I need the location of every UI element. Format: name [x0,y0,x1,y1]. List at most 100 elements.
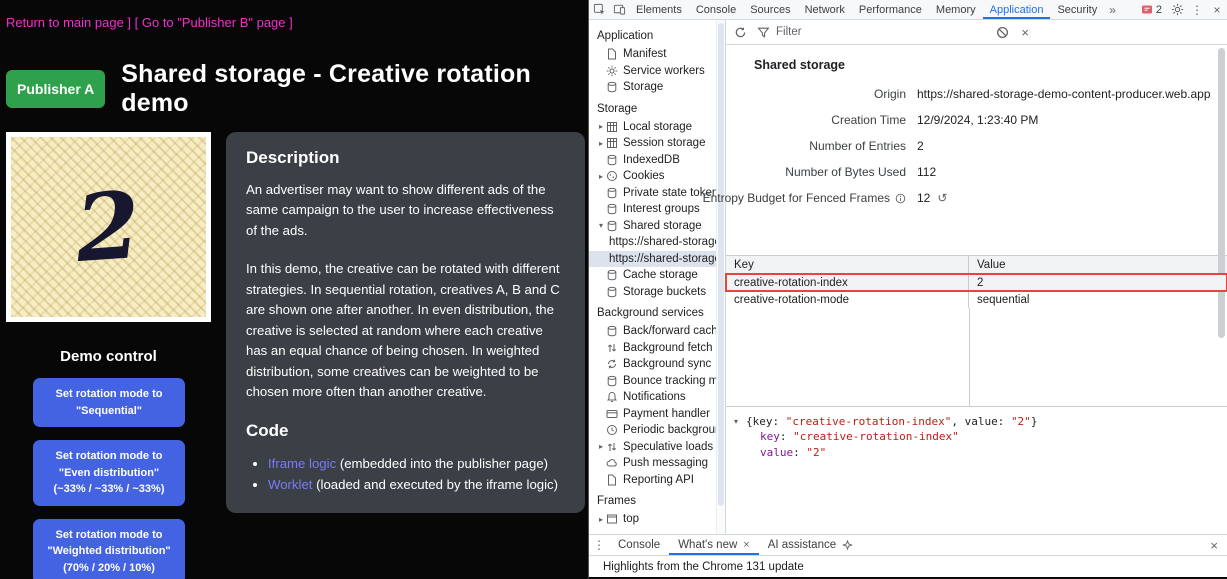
sidebar-item-reporting-api[interactable]: Reporting API [589,472,716,489]
preview-summary[interactable]: ▾ {key: "creative-rotation-index", value… [734,414,1223,429]
refresh-icon[interactable] [734,26,747,39]
sidebar-item-label: Session storage [623,137,705,149]
sidebar-item-periodic-background-sync[interactable]: Periodic backgroun… [589,422,716,439]
table-row-creative-rotation-mode[interactable]: creative-rotation-mode sequential [726,291,1227,308]
sidebar-item-storage[interactable]: Storage [589,79,716,96]
chevron-right-icon[interactable]: ▸ [596,172,606,181]
sidebar-item-service-workers[interactable]: Service workers [589,63,716,80]
issue-icon [1141,4,1153,16]
close-devtools-icon[interactable]: × [1207,0,1227,19]
chevron-down-icon[interactable]: ▾ [596,221,606,230]
sidebar-item-interest-groups[interactable]: Interest groups [589,201,716,218]
sidebar-item-notifications[interactable]: Notifications [589,389,716,406]
chevron-right-icon[interactable]: ▸ [596,515,606,524]
panel-heading: Shared storage [726,45,1227,72]
sidebar-item-label: Cookies [623,170,665,182]
field-label: Entropy Budget for Fenced Frames [726,191,906,205]
sidebar-item-local-storage[interactable]: ▸Local storage [589,119,716,136]
chevron-right-icon[interactable]: ▸ [596,122,606,131]
application-sidebar: Application Manifest Service workers Sto… [589,20,716,534]
drawer-tab-whats-new[interactable]: What's new× [669,535,759,555]
table-row-creative-rotation-index[interactable]: creative-rotation-index 2 [726,274,1227,291]
sidebar-item-shared-storage-origin-2[interactable]: https://shared-storage… [589,251,716,268]
worklet-link[interactable]: Worklet [268,477,312,492]
tab-sources[interactable]: Sources [743,0,797,19]
drawer-menu-icon[interactable]: ⋮ [589,535,609,555]
sidebar-item-label: Reporting API [623,474,694,486]
close-tab-icon[interactable]: × [743,539,749,551]
panel-scrollbar[interactable] [1218,48,1225,338]
kebab-menu-icon[interactable]: ⋮ [1187,0,1207,19]
field-row-entropy-budget: Entropy Budget for Fenced Frames 12↺ [726,185,1227,211]
tab-memory[interactable]: Memory [929,0,983,19]
sidebar-item-session-storage[interactable]: ▸ Session storage [589,135,716,152]
drawer-tab-console[interactable]: Console [609,535,669,555]
issues-badge[interactable]: 2 [1136,0,1167,19]
sidebar-item-push-messaging[interactable]: Push messaging [589,455,716,472]
drawer-tab-ai-assistance[interactable]: AI assistance [759,535,862,555]
sidebar-item-bounce-tracking-mitigations[interactable]: Bounce tracking miti… [589,373,716,390]
database-icon [606,81,618,93]
sidebar-item-label: Bounce tracking miti… [623,375,716,387]
chevron-down-icon[interactable]: ▾ [734,414,746,427]
sidebar-item-manifest[interactable]: Manifest [589,46,716,63]
sidebar-item-label: Cache storage [623,269,698,281]
inspect-element-icon[interactable] [589,0,609,19]
tab-performance[interactable]: Performance [852,0,929,19]
code-links-list: Iframe logic (embedded into the publishe… [268,453,565,495]
clear-icon[interactable]: × [1021,25,1029,40]
sidebar-item-storage-buckets[interactable]: Storage buckets [589,284,716,301]
description-paragraph: In this demo, the creative can be rotate… [246,259,565,402]
sidebar-item-background-fetch[interactable]: Background fetch [589,340,716,357]
sidebar-item-shared-storage-origin-1[interactable]: https://shared-storage… [589,234,716,251]
tab-application[interactable]: Application [983,0,1051,19]
sidebar-item-indexeddb[interactable]: IndexedDB [589,152,716,169]
close-drawer-icon[interactable]: × [1201,535,1227,555]
set-even-distribution-button[interactable]: Set rotation mode to "Even distribution"… [33,440,185,506]
chevron-right-icon[interactable]: ▸ [596,139,606,148]
set-sequential-button[interactable]: Set rotation mode to "Sequential" [33,378,185,427]
column-header-key[interactable]: Key [726,256,969,273]
set-weighted-distribution-button[interactable]: Set rotation mode to "Weighted distribut… [33,519,185,579]
gear-icon [606,65,618,77]
filter-input[interactable]: Filter [757,26,802,39]
metadata-fields: Origin https://shared-storage-demo-conte… [726,81,1227,211]
column-header-value[interactable]: Value [969,256,1227,273]
chevron-right-icon[interactable]: ▸ [596,442,606,451]
preview-properties: key: "creative-rotation-index" value: "2… [734,429,1223,460]
tab-elements[interactable]: Elements [629,0,689,19]
sidebar-section-application: Application [589,23,716,46]
sidebar-item-back-forward-cache[interactable]: Back/forward cache [589,323,716,340]
sidebar-item-cache-storage[interactable]: Cache storage [589,267,716,284]
sidebar-scrollbar[interactable] [716,20,725,534]
top-nav: Return to main page ] [ Go to "Publisher… [0,0,588,30]
tab-console[interactable]: Console [689,0,743,19]
sidebar-item-frames-top[interactable]: ▸top [589,511,716,528]
return-main-page-link[interactable]: Return to main page [6,15,124,30]
sidebar-item-cookies[interactable]: ▸ Cookies [589,168,716,185]
code-heading: Code [246,421,565,441]
document-icon [606,48,618,60]
sidebar-item-payment-handler[interactable]: Payment handler [589,406,716,423]
creative-ad-frame: 2 [6,132,211,322]
funnel-icon [757,26,770,39]
sidebar-item-private-state-tokens[interactable]: Private state tokens [589,185,716,202]
sidebar-item-label: Interest groups [623,203,700,215]
block-icon[interactable] [996,26,1009,39]
sidebar-item-background-sync[interactable]: Background sync [589,356,716,373]
sidebar-item-speculative-loads[interactable]: ▸Speculative loads [589,439,716,456]
nav-separator: ] [ [124,15,142,30]
sidebar-item-label: Notifications [623,391,686,403]
scrollbar-thumb[interactable] [718,23,724,506]
publisher-b-link[interactable]: Go to "Publisher B" page [142,15,286,30]
sidebar-item-shared-storage[interactable]: ▾Shared storage [589,218,716,235]
tab-network[interactable]: Network [798,0,852,19]
settings-gear-icon[interactable] [1167,0,1187,19]
info-icon[interactable] [895,193,906,204]
device-toolbar-icon[interactable] [609,0,629,19]
more-tabs-icon[interactable]: » [1104,0,1121,19]
iframe-logic-link[interactable]: Iframe logic [268,456,336,471]
tab-security[interactable]: Security [1050,0,1104,19]
reset-history-icon[interactable]: ↺ [937,191,947,205]
database-icon [606,154,618,166]
